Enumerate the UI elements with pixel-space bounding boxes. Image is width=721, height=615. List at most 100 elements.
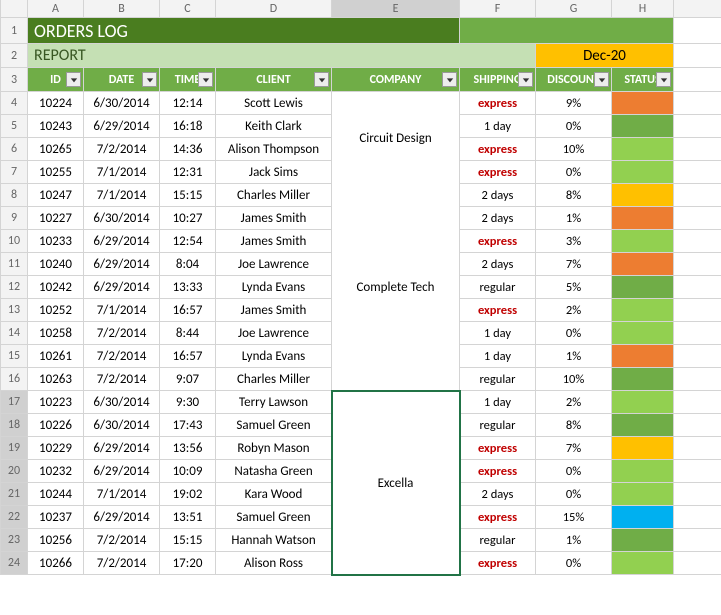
row-header[interactable]: 8: [0, 184, 28, 206]
cell-id[interactable]: 10244: [28, 483, 84, 505]
row-header[interactable]: 9: [0, 207, 28, 229]
cell-discount[interactable]: 1%: [536, 207, 612, 229]
cell-date[interactable]: 6/29/2014: [84, 230, 160, 252]
th-date[interactable]: DATE: [84, 68, 160, 91]
cell-date[interactable]: 6/30/2014: [84, 414, 160, 436]
th-time[interactable]: TIME: [160, 68, 216, 91]
cell-discount[interactable]: 2%: [536, 299, 612, 321]
cell-status[interactable]: [612, 184, 674, 206]
cell-shipping[interactable]: 1 day: [460, 345, 536, 367]
cell-discount[interactable]: 10%: [536, 368, 612, 390]
cell-id[interactable]: 10233: [28, 230, 84, 252]
cell-status[interactable]: [612, 460, 674, 482]
cell-shipping[interactable]: regular: [460, 529, 536, 551]
cell-date[interactable]: 6/29/2014: [84, 115, 160, 137]
filter-dropdown-icon[interactable]: [142, 72, 157, 87]
cell-shipping[interactable]: 1 day: [460, 391, 536, 413]
cell-discount[interactable]: 0%: [536, 161, 612, 183]
cell-time[interactable]: 17:43: [160, 414, 216, 436]
cell-status[interactable]: [612, 506, 674, 528]
cell-status[interactable]: [612, 276, 674, 298]
cell-time[interactable]: 12:14: [160, 92, 216, 114]
cell-time[interactable]: 15:15: [160, 184, 216, 206]
cell-client[interactable]: Samuel Green: [216, 506, 332, 528]
row-header[interactable]: 14: [0, 322, 28, 344]
cell-time[interactable]: 14:36: [160, 138, 216, 160]
cell-date[interactable]: 6/29/2014: [84, 506, 160, 528]
cell-status[interactable]: [612, 253, 674, 275]
cell-discount[interactable]: 8%: [536, 184, 612, 206]
col-header[interactable]: H: [612, 0, 674, 17]
row-header[interactable]: 11: [0, 253, 28, 275]
filter-dropdown-icon[interactable]: [656, 72, 671, 87]
cell-discount[interactable]: 8%: [536, 414, 612, 436]
filter-dropdown-icon[interactable]: [66, 72, 81, 87]
cell-time[interactable]: 8:04: [160, 253, 216, 275]
row-header[interactable]: 18: [0, 414, 28, 436]
cell-client[interactable]: Scott Lewis: [216, 92, 332, 114]
cell-id[interactable]: 10258: [28, 322, 84, 344]
cell-shipping[interactable]: 2 days: [460, 483, 536, 505]
cell-status[interactable]: [612, 92, 674, 114]
cell-date[interactable]: 7/1/2014: [84, 184, 160, 206]
cell-status[interactable]: [612, 483, 674, 505]
cell-time[interactable]: 13:51: [160, 506, 216, 528]
cell-id[interactable]: 10232: [28, 460, 84, 482]
company-merged-cell[interactable]: Circuit Design: [332, 92, 460, 184]
col-header[interactable]: C: [160, 0, 216, 17]
row-header[interactable]: 16: [0, 368, 28, 390]
cell-id[interactable]: 10261: [28, 345, 84, 367]
cell-date[interactable]: 7/1/2014: [84, 299, 160, 321]
cell-status[interactable]: [612, 391, 674, 413]
filter-dropdown-icon[interactable]: [518, 72, 533, 87]
col-header[interactable]: G: [536, 0, 612, 17]
cell-id[interactable]: 10224: [28, 92, 84, 114]
th-shipping[interactable]: SHIPPING: [460, 68, 536, 91]
cell-discount[interactable]: 0%: [536, 460, 612, 482]
cell-shipping[interactable]: regular: [460, 368, 536, 390]
row-header[interactable]: 10: [0, 230, 28, 252]
cell-status[interactable]: [612, 115, 674, 137]
report-date-cell[interactable]: Dec-20: [536, 44, 674, 67]
th-discount[interactable]: DISCOUNT: [536, 68, 612, 91]
cell-id[interactable]: 10227: [28, 207, 84, 229]
cell-time[interactable]: 13:33: [160, 276, 216, 298]
cell-client[interactable]: Kara Wood: [216, 483, 332, 505]
cell-date[interactable]: 6/29/2014: [84, 253, 160, 275]
th-company[interactable]: COMPANY: [332, 68, 460, 91]
cell-shipping[interactable]: regular: [460, 414, 536, 436]
cell-discount[interactable]: 0%: [536, 115, 612, 137]
cell-time[interactable]: 15:15: [160, 529, 216, 551]
cell-date[interactable]: 7/2/2014: [84, 345, 160, 367]
cell-client[interactable]: James Smith: [216, 230, 332, 252]
cell-shipping[interactable]: express: [460, 552, 536, 574]
cell-discount[interactable]: 0%: [536, 483, 612, 505]
col-header[interactable]: D: [216, 0, 332, 17]
cell-date[interactable]: 6/30/2014: [84, 391, 160, 413]
cell-status[interactable]: [612, 299, 674, 321]
cell-discount[interactable]: 2%: [536, 391, 612, 413]
cell-discount[interactable]: 0%: [536, 322, 612, 344]
cell-discount[interactable]: 3%: [536, 230, 612, 252]
row-header[interactable]: 15: [0, 345, 28, 367]
cell-discount[interactable]: 7%: [536, 437, 612, 459]
cell-client[interactable]: Lynda Evans: [216, 276, 332, 298]
cell-client[interactable]: Joe Lawrence: [216, 322, 332, 344]
cell-shipping[interactable]: express: [460, 92, 536, 114]
filter-dropdown-icon[interactable]: [314, 72, 329, 87]
cell-date[interactable]: 7/1/2014: [84, 483, 160, 505]
cell-id[interactable]: 10240: [28, 253, 84, 275]
cell-date[interactable]: 6/30/2014: [84, 92, 160, 114]
row-header[interactable]: 5: [0, 115, 28, 137]
cell-time[interactable]: 8:44: [160, 322, 216, 344]
row-header[interactable]: 20: [0, 460, 28, 482]
cell-time[interactable]: 10:27: [160, 207, 216, 229]
company-merged-cell-selected[interactable]: Excella: [332, 391, 460, 575]
cell-id[interactable]: 10237: [28, 506, 84, 528]
cell-id[interactable]: 10255: [28, 161, 84, 183]
row-header[interactable]: 4: [0, 92, 28, 114]
cell-status[interactable]: [612, 138, 674, 160]
th-client[interactable]: CLIENT: [216, 68, 332, 91]
row-header[interactable]: 2: [0, 44, 28, 67]
cell-discount[interactable]: 9%: [536, 92, 612, 114]
